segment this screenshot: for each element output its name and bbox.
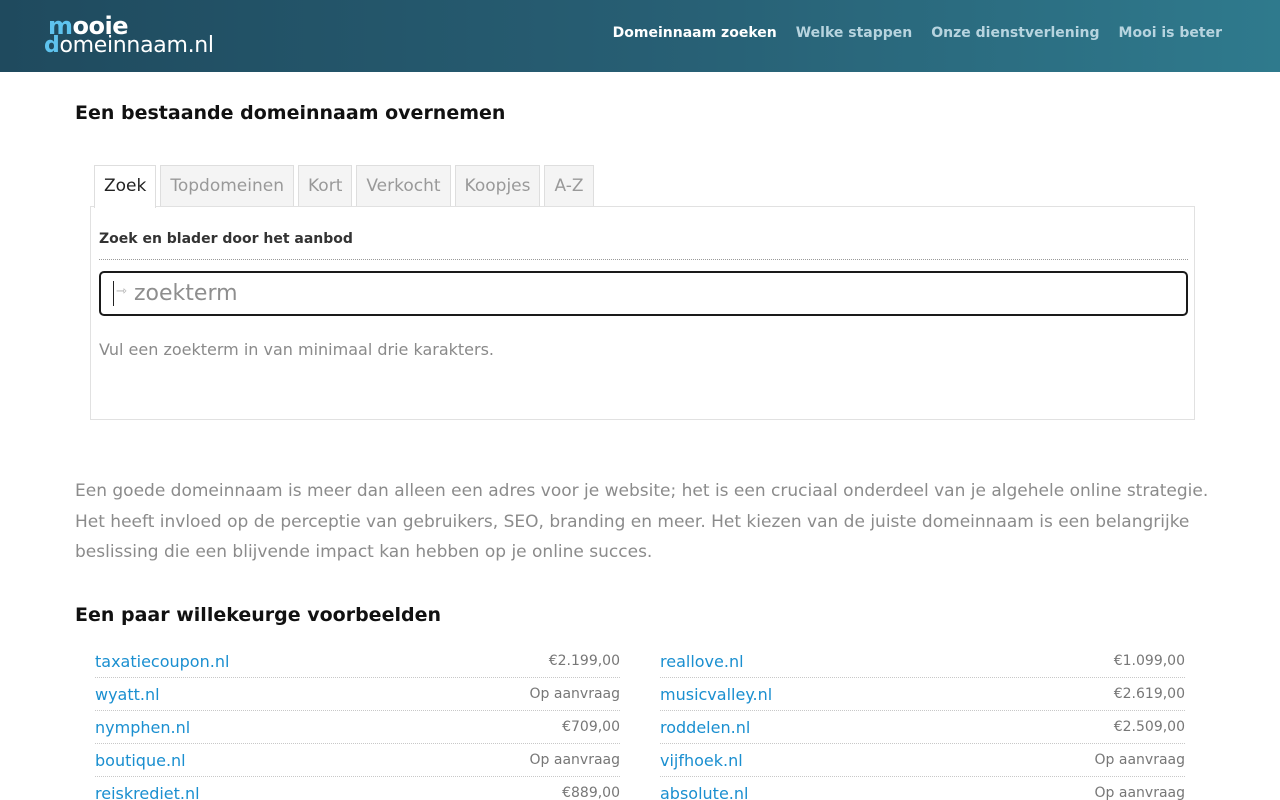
search-panel: Zoek en blader door het aanbod ⇾ Vul een… [90, 206, 1195, 420]
domain-link[interactable]: reallove.nl [660, 652, 744, 671]
examples-column-left: taxatiecoupon.nl €2.199,00 wyatt.nl Op a… [95, 645, 620, 800]
domain-link[interactable]: taxatiecoupon.nl [95, 652, 229, 671]
list-item: roddelen.nl €2.509,00 [660, 711, 1185, 744]
tab-a-z[interactable]: A-Z [544, 165, 594, 207]
search-tabs: Zoek Topdomeinen Kort Verkocht Koopjes A… [94, 165, 598, 208]
list-item: wyatt.nl Op aanvraag [95, 678, 620, 711]
tab-topdomeinen[interactable]: Topdomeinen [160, 165, 294, 207]
search-input[interactable] [134, 277, 1174, 310]
domain-link[interactable]: musicvalley.nl [660, 685, 772, 704]
tab-zoek[interactable]: Zoek [94, 165, 157, 208]
examples-column-right: reallove.nl €1.099,00 musicvalley.nl €2.… [660, 645, 1185, 800]
examples-title: Een paar willekeurge voorbeelden [75, 604, 441, 626]
examples-list: taxatiecoupon.nl €2.199,00 wyatt.nl Op a… [95, 645, 1185, 800]
domain-price: €2.199,00 [548, 653, 620, 669]
site-logo[interactable]: mooie domeinnaam.nl [44, 10, 234, 62]
domain-link[interactable]: absolute.nl [660, 784, 748, 800]
nav-domeinnaam-zoeken[interactable]: Domeinnaam zoeken [613, 25, 777, 41]
site-header: mooie domeinnaam.nl Domeinnaam zoeken We… [0, 0, 1280, 72]
main-nav: Domeinnaam zoeken Welke stappen Onze die… [594, 25, 1222, 41]
list-item: musicvalley.nl €2.619,00 [660, 678, 1185, 711]
nav-onze-dienstverlening[interactable]: Onze dienstverlening [931, 25, 1099, 41]
list-item: nymphen.nl €709,00 [95, 711, 620, 744]
domain-link[interactable]: roddelen.nl [660, 718, 750, 737]
domain-price: €2.509,00 [1113, 719, 1185, 735]
domain-link[interactable]: vijfhoek.nl [660, 751, 743, 770]
arrow-right-icon: ⇾ [116, 284, 127, 299]
domain-price: Op aanvraag [1094, 752, 1185, 768]
tab-kort[interactable]: Kort [298, 165, 353, 207]
search-hint: Vul een zoekterm in van minimaal drie ka… [99, 340, 495, 359]
panel-divider [99, 259, 1188, 260]
domain-price: €2.619,00 [1113, 686, 1185, 702]
list-item: reallove.nl €1.099,00 [660, 645, 1185, 678]
intro-text: Een goede domeinnaam is meer dan alleen … [75, 481, 1209, 562]
list-item: absolute.nl Op aanvraag [660, 777, 1185, 800]
domain-link[interactable]: reiskrediet.nl [95, 784, 200, 800]
nav-mooi-is-beter[interactable]: Mooi is beter [1119, 25, 1222, 41]
domain-price: €709,00 [562, 719, 620, 735]
domain-link[interactable]: nymphen.nl [95, 718, 190, 737]
list-item: boutique.nl Op aanvraag [95, 744, 620, 777]
domain-price: Op aanvraag [529, 686, 620, 702]
tab-verkocht[interactable]: Verkocht [356, 165, 451, 207]
domain-price: €889,00 [562, 785, 620, 800]
logo-line-2: domeinnaam.nl [44, 33, 214, 58]
list-item: reiskrediet.nl €889,00 [95, 777, 620, 800]
list-item: vijfhoek.nl Op aanvraag [660, 744, 1185, 777]
text-cursor [113, 281, 114, 306]
domain-price: Op aanvraag [1094, 785, 1185, 800]
tab-koopjes[interactable]: Koopjes [454, 165, 541, 207]
domain-price: €1.099,00 [1113, 653, 1185, 669]
search-box[interactable]: ⇾ [99, 271, 1188, 316]
panel-heading: Zoek en blader door het aanbod [99, 231, 353, 247]
list-item: taxatiecoupon.nl €2.199,00 [95, 645, 620, 678]
domain-price: Op aanvraag [529, 752, 620, 768]
page-title: Een bestaande domeinnaam overnemen [75, 102, 506, 124]
domain-link[interactable]: boutique.nl [95, 751, 186, 770]
domain-link[interactable]: wyatt.nl [95, 685, 160, 704]
nav-welke-stappen[interactable]: Welke stappen [796, 25, 913, 41]
